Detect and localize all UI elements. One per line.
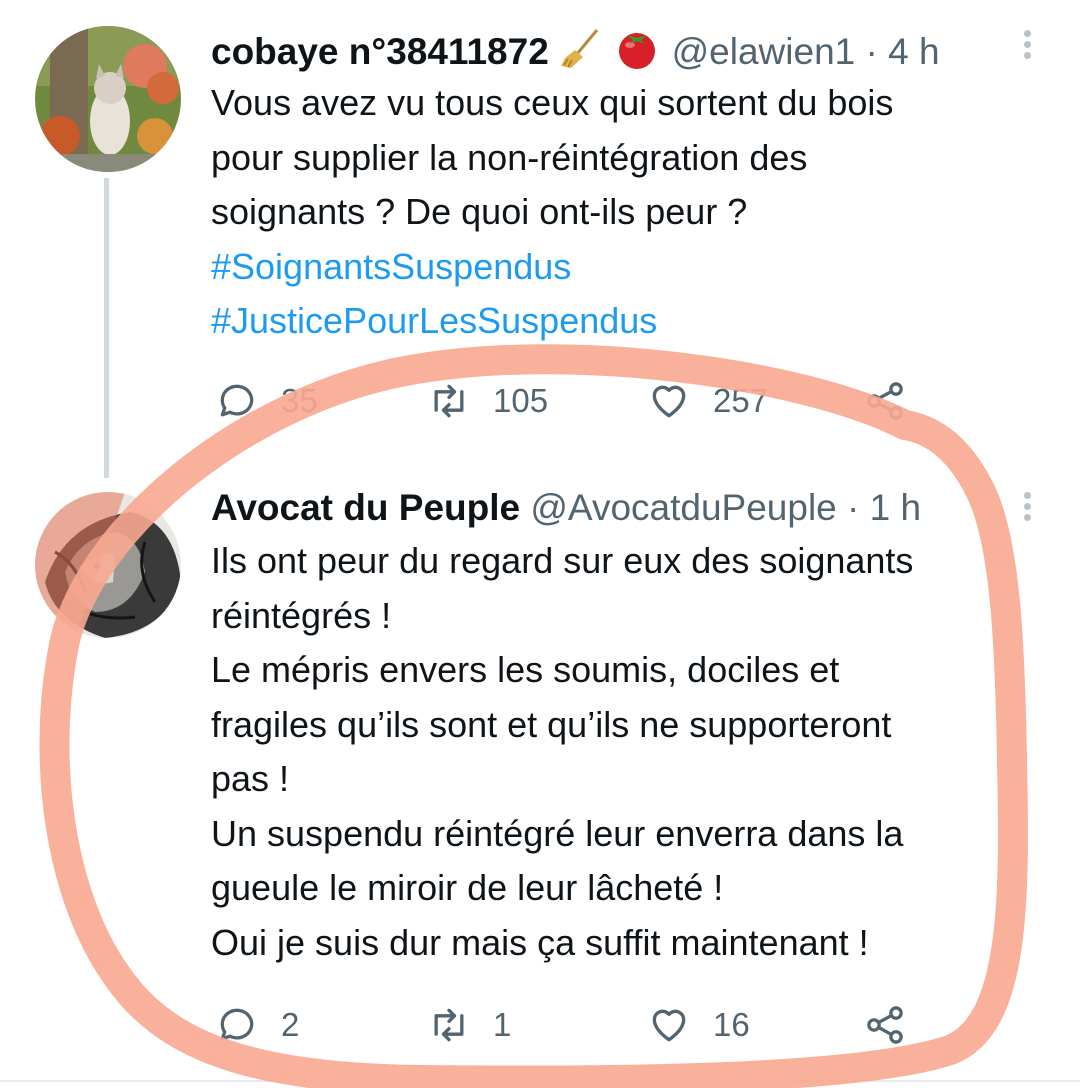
reply-count: 35 (281, 382, 318, 419)
like-button[interactable]: 257 (647, 376, 768, 426)
heart-icon (652, 385, 686, 418)
speech-bubble-icon (220, 384, 254, 417)
text-line: Oui je suis dur mais ça suffit maintenan… (211, 921, 869, 963)
like-count: 257 (713, 382, 769, 419)
tweet-2[interactable]: Avocat du Peuple @AvocatduPeuple · 1 h I… (0, 478, 1080, 1078)
meta-separator: · (847, 487, 860, 528)
tweet-2-header: Avocat du Peuple @AvocatduPeuple · 1 h (211, 488, 921, 528)
tweet-1-header: cobaye n°38411872 @elawien1 · 4 h (211, 26, 940, 78)
author-name[interactable]: cobaye n°38411872 (211, 31, 549, 72)
text-line: pas ! (211, 758, 290, 799)
hashtag-link[interactable]: #SoignantsSuspendus (211, 240, 1031, 295)
text-line: soignants ? De quoi ont-ils peur ? (211, 191, 748, 232)
retweet-count: 1 (493, 1006, 512, 1043)
like-button[interactable]: 16 (647, 1000, 750, 1050)
tweet-1-text: Vous avez vu tous ceux qui sortent du bo… (211, 76, 1031, 349)
avatar-cat[interactable] (35, 26, 181, 172)
lion-drawing (35, 492, 181, 638)
hashtag-link[interactable]: #JusticePourLesSuspendus (211, 294, 1031, 349)
author-handle[interactable]: @elawien1 (672, 31, 856, 72)
retweet-button[interactable]: 1 (427, 1000, 511, 1050)
text-line: gueule le miroir de leur lâcheté ! (211, 867, 724, 908)
reply-count: 2 (281, 1006, 300, 1043)
like-count: 16 (713, 1006, 750, 1043)
author-handle[interactable]: @AvocatduPeuple (530, 487, 836, 528)
meta-separator: · (865, 31, 878, 72)
text-line: Un suspendu réintégré leur enverra dans … (211, 812, 904, 854)
reply-button[interactable]: 35 (215, 376, 318, 426)
retweet-count: 105 (493, 382, 549, 419)
more-options-icon[interactable] (1022, 26, 1032, 66)
tweet-2-actions: 2 1 16 (211, 1000, 941, 1050)
cat-photo (35, 26, 181, 172)
tweet-1-actions: 35 105 257 (211, 376, 941, 426)
share-icon (867, 382, 903, 420)
reply-button[interactable]: 2 (215, 1000, 299, 1050)
author-name[interactable]: Avocat du Peuple (211, 487, 520, 528)
heart-icon (652, 1009, 686, 1042)
text-line: fragiles qu’ils sont et qu’ils ne suppor… (211, 703, 892, 745)
share-button[interactable] (863, 376, 929, 426)
more-options-icon[interactable] (1022, 488, 1032, 528)
tweet-1[interactable]: cobaye n°38411872 @elawien1 · 4 h Vous a… (0, 0, 1080, 478)
retweet-arrows-icon (434, 1008, 464, 1042)
tweet-time[interactable]: 4 h (888, 31, 939, 72)
broom-emoji-icon (559, 26, 603, 78)
speech-bubble-icon (220, 1008, 254, 1041)
text-line: Ils ont peur du regard sur eux des soign… (211, 540, 914, 581)
text-line: pour supplier la non-réintégration des (211, 136, 808, 178)
tomato-emoji-icon (613, 26, 661, 78)
text-line: réintégrés ! (211, 594, 392, 636)
divider (0, 1080, 1080, 1082)
tweet-2-text: Ils ont peur du regard sur eux des soign… (211, 534, 1031, 970)
tweet-time[interactable]: 1 h (870, 487, 921, 528)
thread-connector (104, 178, 109, 478)
share-icon (867, 1006, 903, 1044)
retweet-arrows-icon (434, 384, 464, 418)
retweet-button[interactable]: 105 (427, 376, 548, 426)
text-line: Vous avez vu tous ceux qui sortent du bo… (211, 82, 894, 123)
text-line: Le mépris envers les soumis, dociles et (211, 649, 840, 690)
share-button[interactable] (863, 1000, 929, 1050)
avatar-lion[interactable] (35, 492, 181, 638)
